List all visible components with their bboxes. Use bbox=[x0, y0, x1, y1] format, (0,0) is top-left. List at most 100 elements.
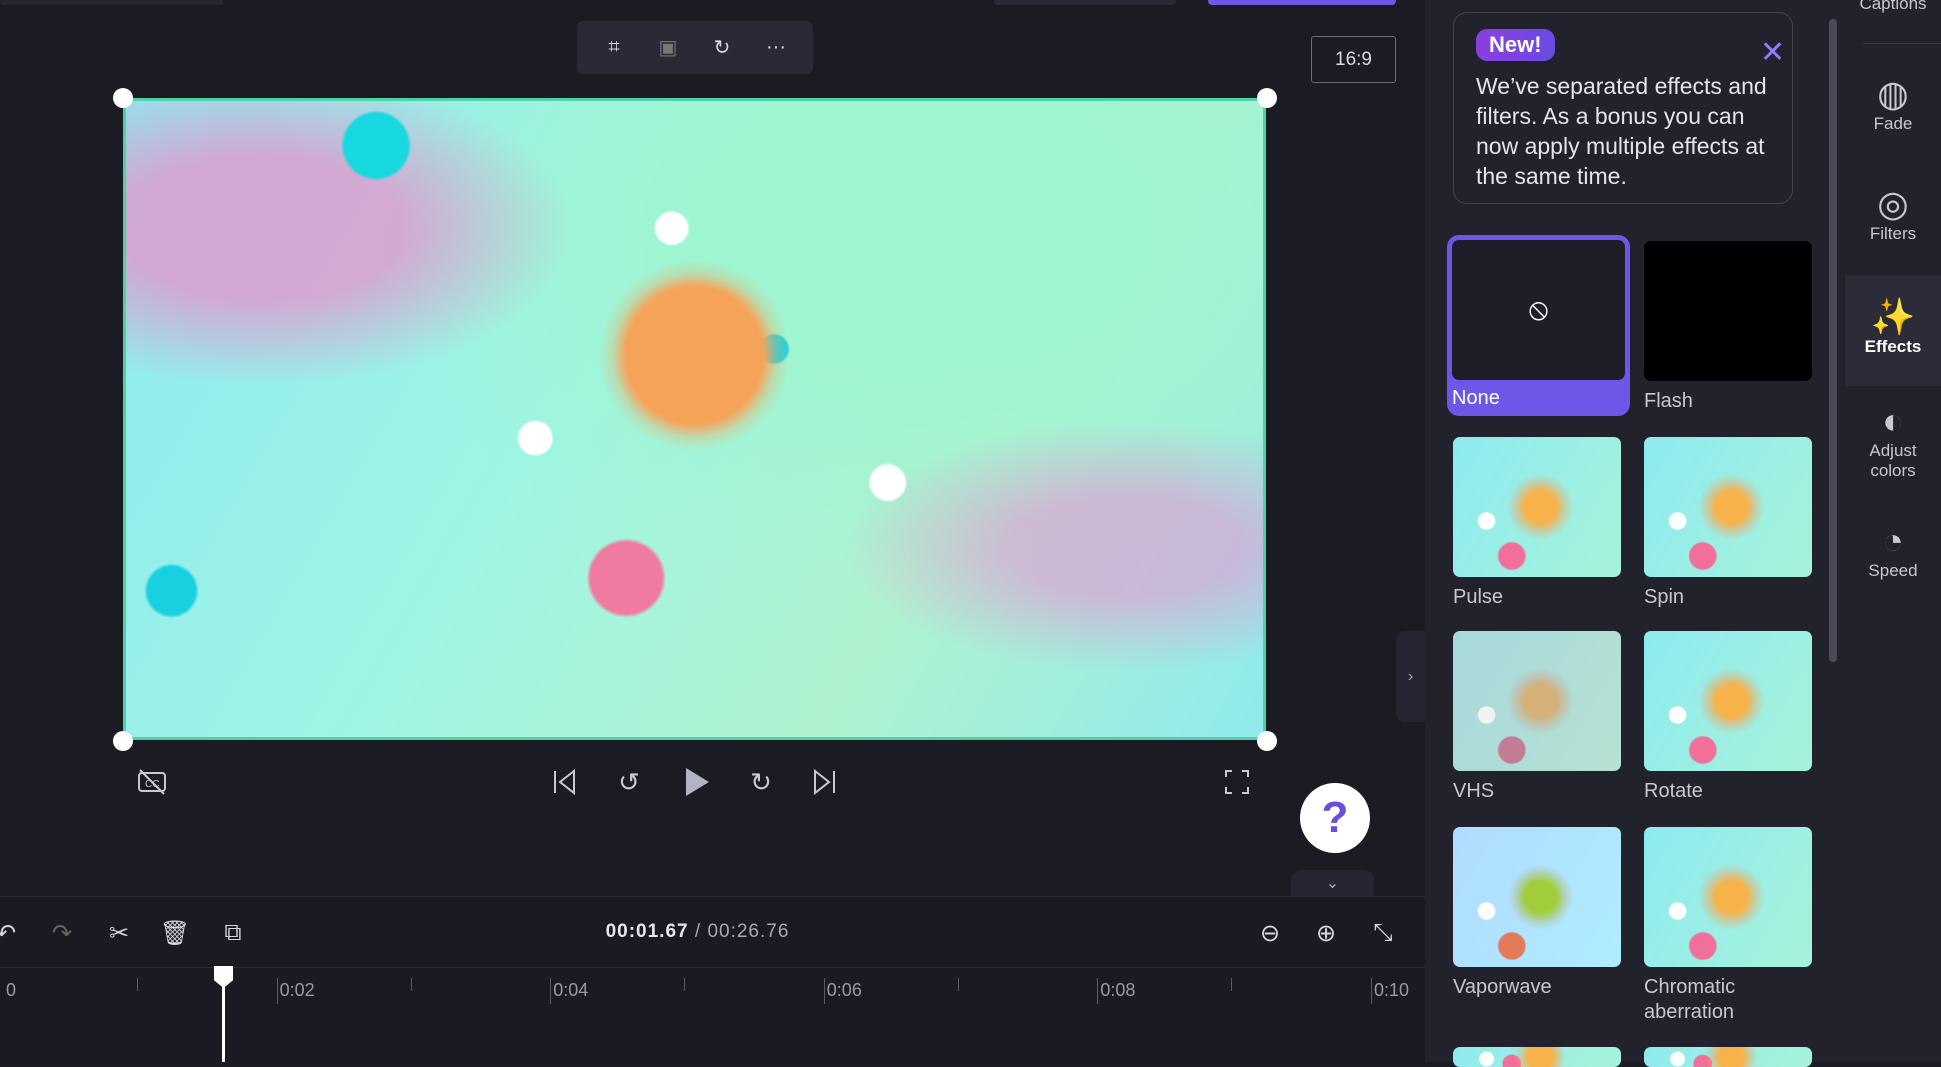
effect-thumbnail bbox=[1453, 631, 1621, 771]
effect-thumbnail-partial[interactable] bbox=[1644, 1047, 1812, 1067]
ruler-label: 0:10 bbox=[1374, 980, 1410, 1000]
ruler-label: 0:06 bbox=[826, 980, 862, 1000]
effect-rotate[interactable]: Rotate bbox=[1644, 631, 1814, 804]
effect-thumbnail bbox=[1644, 241, 1812, 381]
resize-handle-br[interactable] bbox=[1257, 731, 1277, 751]
top-button[interactable] bbox=[994, 0, 1176, 5]
speed-icon: ◔ bbox=[1882, 520, 1904, 561]
effect-label: Chromatic aberration bbox=[1644, 976, 1736, 1023]
help-button[interactable]: ? bbox=[1300, 783, 1370, 853]
crop-icon[interactable]: ⌗ bbox=[597, 31, 631, 65]
ruler-minor-tick bbox=[137, 978, 138, 991]
timeline: ↶ ↷ ✂ 🗑 ⧉ 00:01.67 / 00:26.76 ⊖ ⊕ ⤡ 0 0:0… bbox=[0, 896, 1506, 1063]
ruler-minor-tick bbox=[957, 978, 959, 991]
add-media-icon[interactable]: ⧉ bbox=[215, 915, 251, 951]
nav-label: Adjust colors bbox=[1869, 441, 1917, 480]
magic-wand-icon: ✨ bbox=[1870, 296, 1916, 337]
skip-end-icon[interactable] bbox=[806, 764, 842, 800]
rotate-icon[interactable]: ↻ bbox=[705, 31, 739, 65]
effect-chromatic-aberration[interactable]: Chromatic aberration bbox=[1644, 827, 1814, 1025]
divider bbox=[1863, 43, 1941, 44]
effect-vaporwave[interactable]: Vaporwave bbox=[1453, 827, 1623, 1000]
video-preview[interactable] bbox=[123, 98, 1266, 740]
collapse-timeline-icon[interactable]: ⌄ bbox=[1291, 870, 1374, 896]
nav-adjust-colors[interactable]: ◐ Adjust colors bbox=[1845, 401, 1941, 481]
captions-off-icon[interactable]: CC bbox=[134, 764, 170, 800]
zoom-out-icon[interactable]: ⊖ bbox=[1252, 915, 1288, 951]
effect-label: Spin bbox=[1644, 586, 1685, 608]
nav-captions[interactable]: Captions bbox=[1845, 0, 1941, 14]
notice-text: We’ve separated effects and filters. As … bbox=[1476, 73, 1767, 189]
effect-label: None bbox=[1452, 387, 1500, 409]
nav-label: Speed bbox=[1868, 561, 1918, 580]
nav-label: Captions bbox=[1859, 0, 1927, 13]
effects-panel: New! We’ve separated effects and filters… bbox=[1425, 0, 1845, 1067]
effect-thumbnail bbox=[1644, 827, 1812, 967]
panel-scrollbar[interactable] bbox=[1829, 19, 1837, 662]
effect-none[interactable]: ⦸ None bbox=[1447, 235, 1630, 416]
more-icon[interactable]: ··· bbox=[759, 31, 793, 65]
nav-effects[interactable]: ✨ Effects bbox=[1845, 275, 1941, 386]
effect-flash[interactable]: Flash bbox=[1644, 241, 1814, 414]
ruler-minor-tick bbox=[410, 978, 412, 991]
ruler-tick bbox=[276, 978, 278, 1004]
new-feature-notice: New! We’ve separated effects and filters… bbox=[1453, 12, 1793, 204]
expand-panel-icon[interactable]: › bbox=[1396, 631, 1425, 722]
ruler-label: 0 bbox=[6, 980, 17, 1000]
export-button[interactable] bbox=[1208, 0, 1396, 5]
nav-fade[interactable]: ◍ Fade bbox=[1845, 74, 1941, 134]
effect-pulse[interactable]: Pulse bbox=[1453, 437, 1623, 610]
redo-icon[interactable]: ↷ bbox=[44, 915, 80, 951]
nav-label: Fade bbox=[1873, 114, 1913, 133]
undo-icon[interactable]: ↶ bbox=[0, 915, 24, 951]
ruler-tick bbox=[1097, 978, 1099, 1004]
nav-label: Filters bbox=[1869, 224, 1917, 243]
effect-label: Rotate bbox=[1644, 780, 1703, 802]
resize-handle-tl[interactable] bbox=[113, 88, 133, 108]
top-left-tab[interactable] bbox=[0, 0, 223, 5]
filters-icon: ◎ bbox=[1877, 183, 1909, 224]
nav-filters[interactable]: ◎ Filters bbox=[1845, 184, 1941, 244]
nav-speed[interactable]: ◔ Speed bbox=[1845, 521, 1941, 581]
fade-icon: ◍ bbox=[1877, 73, 1909, 114]
fullscreen-icon[interactable] bbox=[1219, 764, 1255, 800]
effect-thumbnail bbox=[1644, 631, 1812, 771]
aspect-ratio-button[interactable]: 16:9 bbox=[1311, 36, 1396, 83]
ruler-label: 0:08 bbox=[1100, 980, 1136, 1000]
effect-thumbnail-partial[interactable] bbox=[1453, 1047, 1621, 1067]
ruler-minor-tick bbox=[684, 978, 686, 991]
split-icon[interactable]: ✂ bbox=[101, 915, 137, 951]
effect-spin[interactable]: Spin bbox=[1644, 437, 1814, 610]
time-separator: / bbox=[688, 921, 708, 942]
effect-label: Vaporwave bbox=[1453, 976, 1552, 998]
ruler-tick bbox=[1371, 978, 1372, 1004]
fit-icon[interactable]: ▣ bbox=[651, 31, 685, 65]
time-display: 00:01.67 / 00:26.76 bbox=[560, 921, 835, 943]
ruler-minor-tick bbox=[1231, 978, 1233, 991]
delete-icon[interactable]: 🗑 bbox=[157, 915, 193, 951]
timeline-ruler[interactable]: 0 0:02 0:04 0:06 0:08 0:10 bbox=[0, 967, 1506, 1063]
adjust-colors-icon: ◐ bbox=[1882, 400, 1904, 441]
effect-vhs[interactable]: VHS bbox=[1453, 631, 1623, 804]
effect-thumbnail bbox=[1644, 437, 1812, 577]
effect-thumbnail bbox=[1453, 437, 1621, 577]
skip-start-icon[interactable] bbox=[547, 764, 583, 800]
fit-timeline-icon[interactable]: ⤡ bbox=[1365, 915, 1401, 951]
play-button[interactable] bbox=[679, 764, 715, 800]
resize-handle-bl[interactable] bbox=[113, 731, 133, 751]
side-nav: Captions ◍ Fade ◎ Filters ✨ Effects ◐ Adjust… bbox=[1845, 0, 1941, 1062]
resize-handle-tr[interactable] bbox=[1257, 88, 1277, 108]
zoom-in-icon[interactable]: ⊕ bbox=[1308, 915, 1344, 951]
effect-thumbnail bbox=[1453, 827, 1621, 967]
ruler-tick bbox=[550, 978, 552, 1004]
none-icon: ⦸ bbox=[1528, 293, 1549, 326]
nav-label: Effects bbox=[1864, 337, 1922, 356]
ruler-tick bbox=[823, 978, 825, 1004]
total-time: 00:26.76 bbox=[707, 921, 790, 942]
rewind-5-icon[interactable]: ↺ bbox=[611, 764, 647, 800]
ruler-label: 0:04 bbox=[553, 980, 589, 1000]
forward-5-icon[interactable]: ↻ bbox=[743, 764, 779, 800]
close-icon[interactable]: ✕ bbox=[1760, 35, 1785, 70]
new-badge: New! bbox=[1476, 29, 1555, 61]
effects-grid: ⦸ None Flash Pulse Spin VHS Rotate Vaporwave Chr… bbox=[1447, 235, 1823, 1067]
